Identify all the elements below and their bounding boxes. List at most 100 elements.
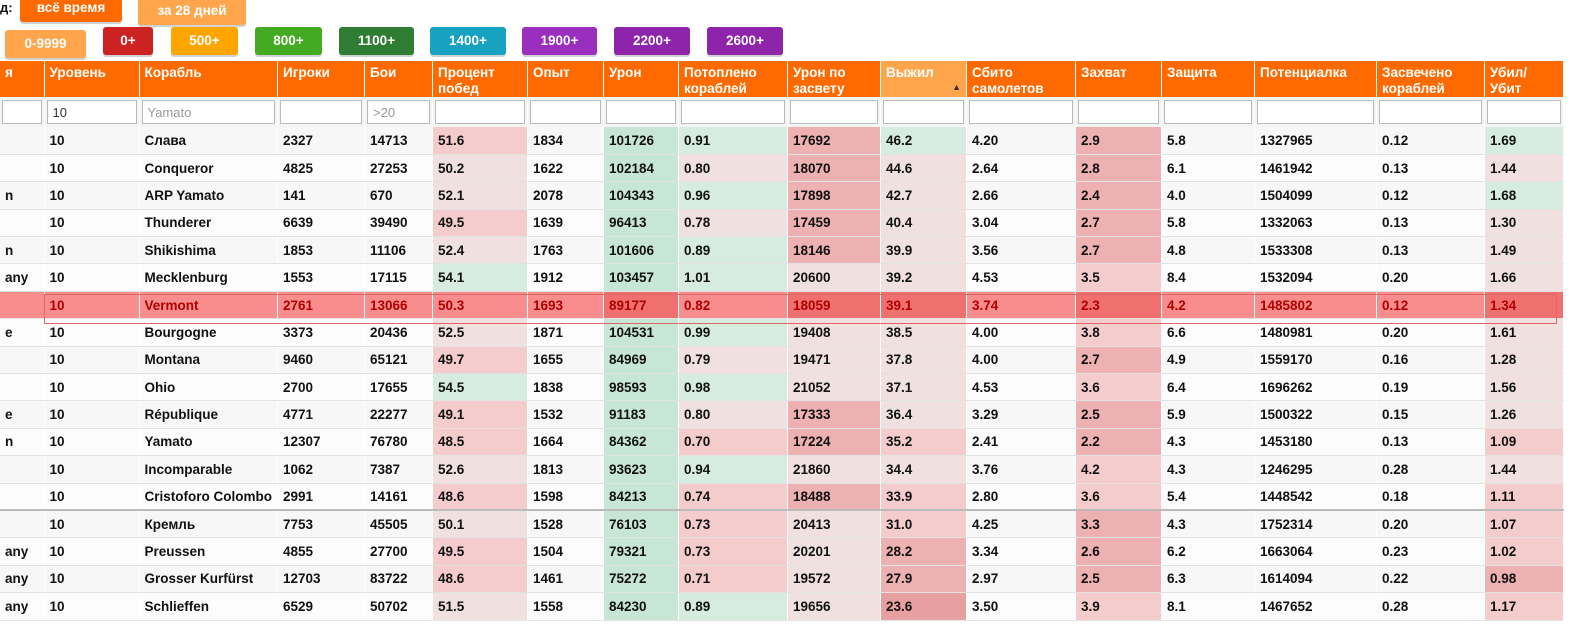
rating-filter-0[interactable]: 0+ — [103, 27, 153, 55]
cell-spotting-damage: 18146 — [787, 236, 881, 265]
rating-filter-1400[interactable]: 1400+ — [430, 27, 506, 55]
cell-kd: 1.44 — [1484, 154, 1564, 183]
cell-spotted: 0.15 — [1376, 400, 1485, 429]
capture-filter-input[interactable] — [1078, 100, 1159, 124]
filter-cell — [603, 97, 679, 127]
table-row[interactable]: n 10 Yamato 12307 76780 48.5 1664 84362 0.70 1722… — [0, 428, 1564, 457]
potential-filter-input[interactable] — [1257, 100, 1374, 124]
cell-players: 6529 — [277, 592, 365, 621]
table-row[interactable]: e 10 Bourgogne 3373 20436 52.5 1871 104531 0.99 1… — [0, 318, 1564, 347]
table-row[interactable]: any 10 Mecklenburg 1553 17115 54.1 1912 103457 1… — [0, 263, 1564, 292]
defense-filter-input[interactable] — [1164, 100, 1252, 124]
cell-frags: 0.73 — [678, 537, 788, 566]
period-all-time-button[interactable]: всё время — [20, 0, 122, 22]
ship-filter-input[interactable] — [141, 100, 275, 124]
table-row[interactable]: 10 Thunderer 6639 39490 49.5 1639 96413 0.78 174… — [0, 209, 1564, 238]
cell-planes: 4.53 — [966, 263, 1076, 292]
cell-capture: 2.8 — [1075, 154, 1162, 183]
cell-spotted: 0.23 — [1376, 537, 1485, 566]
cell-capture: 3.6 — [1075, 373, 1162, 402]
cell-damage: 98593 — [603, 373, 679, 402]
cell-potential: 1533308 — [1254, 236, 1377, 265]
winrate-filter-input[interactable] — [435, 100, 525, 124]
table-row[interactable]: 10 Incomparable 1062 7387 52.6 1813 93623 0.94 2… — [0, 455, 1564, 484]
cell-potential: 1453180 — [1254, 428, 1377, 457]
col-header-potential[interactable]: Потенциалка — [1254, 61, 1377, 97]
rating-filter-1100[interactable]: 1100+ — [339, 27, 414, 55]
level-filter-input[interactable] — [46, 100, 137, 124]
table-row[interactable]: any 10 Preussen 4855 27700 49.5 1504 79321 0.73 2… — [0, 537, 1564, 566]
cell-frags: 0.80 — [678, 154, 788, 183]
col-header-frags[interactable]: Потоплено кораблей — [678, 61, 788, 97]
filter-cell — [139, 97, 278, 127]
battles-filter-input[interactable] — [367, 100, 430, 124]
cell-ship: Schlieffen — [139, 592, 278, 621]
rating-filter-0-9999[interactable]: 0-9999 — [5, 30, 86, 58]
table-row[interactable]: 10 Cristoforo Colombo 2991 14161 48.6 1598 842… — [0, 483, 1564, 511]
col-header-kd[interactable]: Убил/ Убит — [1484, 61, 1564, 97]
cell-winrate: 48.5 — [432, 428, 528, 457]
col-header-capture[interactable]: Захват — [1075, 61, 1162, 97]
rating-filter-800[interactable]: 800+ — [255, 27, 322, 55]
col-header-nation[interactable]: я — [0, 61, 45, 97]
table-row[interactable]: 10 Слава 2327 14713 51.6 1834 101726 0.91 17692 4… — [0, 127, 1564, 155]
kd-filter-input[interactable] — [1487, 100, 1561, 124]
rating-filter-2600[interactable]: 2600+ — [707, 27, 783, 55]
cell-level: 10 — [44, 236, 140, 265]
cell-kd: 1.61 — [1484, 318, 1564, 347]
table-row[interactable]: e 10 République 4771 22277 49.1 1532 91183 0.80 1… — [0, 400, 1564, 429]
table-row[interactable]: any 10 Schlieffen 6529 50702 51.5 1558 84230 0.8… — [0, 592, 1564, 621]
cell-spotting-damage: 19572 — [787, 565, 881, 594]
table-row[interactable]: any 10 Grosser Kurfürst 12703 83722 48.6 1461 7… — [0, 565, 1564, 594]
frags-filter-input[interactable] — [681, 100, 785, 124]
spotted-filter-input[interactable] — [1379, 100, 1482, 124]
table-row[interactable]: n 10 Shikishima 1853 11106 52.4 1763 101606 0.89… — [0, 236, 1564, 265]
nation-filter-input[interactable] — [2, 100, 42, 124]
col-header-spotting-damage[interactable]: Урон по засвету — [787, 61, 881, 97]
cell-potential: 1559170 — [1254, 346, 1377, 375]
table-row[interactable]: 10 Conqueror 4825 27253 50.2 1622 102184 0.80 18… — [0, 154, 1564, 183]
cell-survived: 44.6 — [880, 154, 967, 183]
cell-battles: 39490 — [364, 209, 433, 238]
cell-capture: 2.6 — [1075, 537, 1162, 566]
cell-exp: 1622 — [527, 154, 604, 183]
cell-exp: 1558 — [527, 592, 604, 621]
col-header-ship[interactable]: Корабль — [139, 61, 278, 97]
cell-frags: 0.96 — [678, 181, 788, 210]
cell-nation: n — [0, 236, 45, 265]
col-header-battles[interactable]: Бои — [364, 61, 433, 97]
col-header-survived-label: Выжил — [886, 65, 934, 80]
cell-survived: 39.9 — [880, 236, 967, 265]
spotting-damage-filter-input[interactable] — [790, 100, 878, 124]
cell-potential: 1246295 — [1254, 455, 1377, 484]
rating-filter-500[interactable]: 500+ — [171, 27, 238, 55]
table-row[interactable]: n 10 ARP Yamato 141 670 52.1 2078 104343 0.96 178… — [0, 181, 1564, 210]
cell-survived: 38.5 — [880, 318, 967, 347]
players-filter-input[interactable] — [280, 100, 362, 124]
table-row[interactable]: 10 Кремль 7753 45505 50.1 1528 76103 0.73 20413 3… — [0, 509, 1564, 539]
exp-filter-input[interactable] — [530, 100, 601, 124]
rating-filter-1900[interactable]: 1900+ — [522, 27, 597, 55]
cell-ship: Кремль — [139, 509, 278, 539]
col-header-exp[interactable]: Опыт — [527, 61, 604, 97]
col-header-planes[interactable]: Сбито самолетов — [966, 61, 1076, 97]
period-28-days-button[interactable]: за 28 дней — [138, 0, 246, 25]
rating-filter-2200[interactable]: 2200+ — [614, 27, 690, 55]
survived-filter-input[interactable] — [883, 100, 964, 124]
cell-ship: Thunderer — [139, 209, 278, 238]
header-row: я Уровень Корабль Игроки Бои Процент поб… — [0, 61, 1564, 97]
table-row[interactable]: 10 Vermont 2761 13066 50.3 1693 89177 0.82 18059… — [0, 291, 1564, 320]
table-row[interactable]: 10 Montana 9460 65121 49.7 1655 84969 0.79 19471… — [0, 346, 1564, 375]
table-row[interactable]: 10 Ohio 2700 17655 54.5 1838 98593 0.98 21052 37.… — [0, 373, 1564, 402]
col-header-defense[interactable]: Защита — [1161, 61, 1255, 97]
col-header-spotted[interactable]: Засвечено кораблей — [1376, 61, 1485, 97]
col-header-level[interactable]: Уровень — [44, 61, 140, 97]
damage-filter-input[interactable] — [606, 100, 676, 124]
col-header-players[interactable]: Игроки — [277, 61, 365, 97]
col-header-survived[interactable]: Выжил ▲ — [880, 61, 967, 97]
cell-players: 2700 — [277, 373, 365, 402]
cell-ship: Preussen — [139, 537, 278, 566]
col-header-damage[interactable]: Урон — [603, 61, 679, 97]
col-header-winrate[interactable]: Процент побед — [432, 61, 528, 97]
planes-filter-input[interactable] — [969, 100, 1073, 124]
